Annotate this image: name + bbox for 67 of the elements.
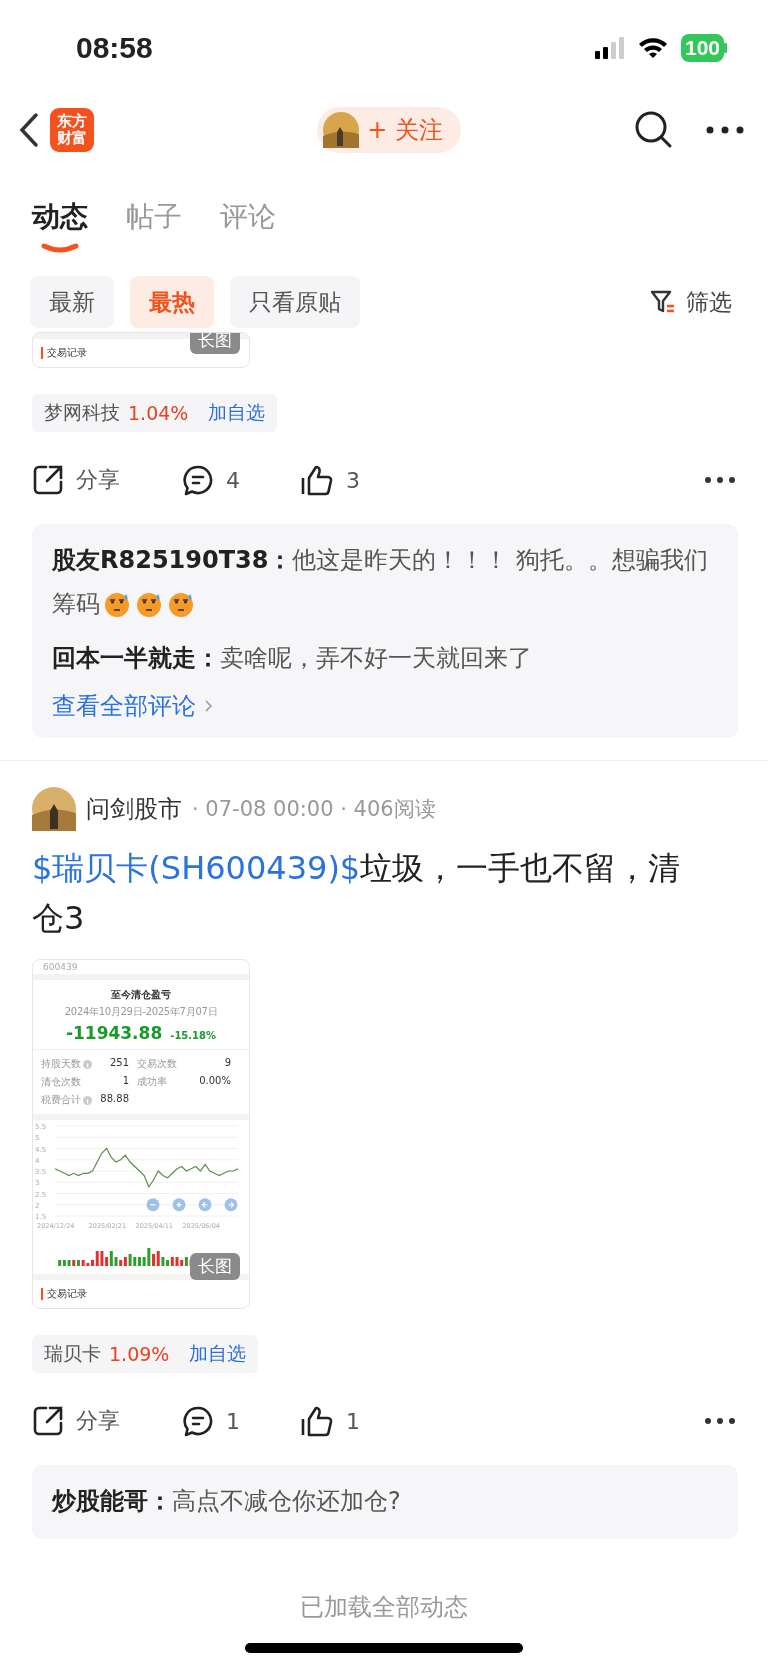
comment-icon	[182, 464, 214, 496]
profit-loss-percent: -15.18%	[170, 1030, 217, 1041]
search-icon[interactable]	[634, 110, 674, 150]
profit-loss-value: -11943.88	[65, 1023, 163, 1043]
filter-icon	[650, 289, 676, 315]
like-button[interactable]: 3	[300, 464, 400, 496]
filter-chip[interactable]: 只看原贴	[230, 276, 360, 328]
stock-name[interactable]: 梦网科技	[44, 400, 120, 426]
battery-level: 100	[680, 34, 724, 62]
battery-tip-icon	[724, 43, 728, 53]
avatar	[323, 112, 360, 148]
price-change: 1.09%	[109, 1343, 170, 1365]
view-all-comments-link[interactable]: 查看全部评论	[52, 690, 213, 722]
stock-link[interactable]: $瑞贝卡(SH600439)$	[32, 849, 361, 887]
back-icon[interactable]	[18, 112, 40, 148]
share-button[interactable]: 分享	[32, 1405, 182, 1437]
author-name[interactable]: 问剑股市	[86, 793, 182, 825]
stock-name[interactable]: 瑞贝卡	[44, 1341, 101, 1367]
chevron-icon	[204, 699, 213, 713]
filter-chip[interactable]: 最新	[30, 276, 114, 328]
signal-icon	[594, 37, 625, 59]
long-image-badge: 长图	[190, 1253, 240, 1280]
share-icon	[32, 1405, 64, 1437]
stat-value: 88.88	[99, 1093, 130, 1106]
stat-label: 成功率	[137, 1075, 167, 1089]
comment-text: 回本一半就走：卖啥呢，弄不好一天就回来了	[52, 643, 533, 674]
stat-label: 交易次数	[137, 1057, 177, 1071]
comment-text: 炒股能哥：高点不减仓你还加仓?	[52, 1486, 402, 1517]
emoji-icon	[168, 591, 194, 617]
emoji-icon	[136, 591, 162, 617]
more-icon[interactable]	[704, 1417, 736, 1425]
tab-underline	[41, 242, 79, 254]
image-caption: 交易记录	[47, 1287, 87, 1301]
add-watchlist-button[interactable]: 加自选	[189, 1341, 247, 1367]
avatar	[32, 787, 76, 831]
share-button[interactable]: 分享	[32, 464, 182, 496]
share-icon	[32, 464, 64, 496]
card-heading: 至今清仓盈亏	[110, 988, 172, 1002]
like-button[interactable]: 1	[300, 1405, 400, 1437]
stat-value: 9	[223, 1057, 232, 1070]
emoji-icon	[104, 591, 130, 617]
add-watchlist-button[interactable]: 加自选	[208, 400, 266, 426]
more-icon[interactable]	[706, 126, 744, 134]
price-change: 1.04%	[128, 402, 189, 424]
comment-icon	[182, 1405, 214, 1437]
stat-value: 1	[121, 1075, 130, 1088]
stat-label: 税费合计	[41, 1093, 81, 1107]
date-range: 2024年10月29日-2025年7月07日	[63, 1005, 219, 1019]
stock-code: 600439	[42, 961, 79, 974]
thumbs-up-icon	[300, 464, 334, 496]
comment-button[interactable]: 1	[182, 1405, 300, 1437]
filter-button[interactable]: 筛选	[644, 285, 738, 319]
end-of-feed-text: 已加载全部动态	[300, 1592, 468, 1623]
stat-label: 清仓次数	[41, 1075, 81, 1089]
image-caption: 交易记录	[47, 346, 87, 360]
post-meta: · 07-08 00:00 · 406阅读	[192, 796, 436, 823]
comment-text: 股友R825190T38：他这是昨天的！！！ 狗托。。想骗我们筹码	[52, 545, 710, 620]
thumbs-up-icon	[300, 1405, 334, 1437]
app-logo: 东方 财富	[50, 108, 94, 152]
stat-value: 251	[108, 1057, 130, 1070]
post-text: $瑞贝卡(SH600439)$垃圾，一手也不留，清仓3	[32, 848, 682, 939]
more-icon[interactable]	[704, 476, 736, 484]
comment-button[interactable]: 4	[182, 464, 300, 496]
stat-label: 持股天数	[41, 1057, 81, 1071]
clock-time: 08:58	[76, 31, 154, 65]
tab[interactable]: 动态	[32, 198, 88, 254]
stat-value: 0.00%	[198, 1075, 232, 1088]
